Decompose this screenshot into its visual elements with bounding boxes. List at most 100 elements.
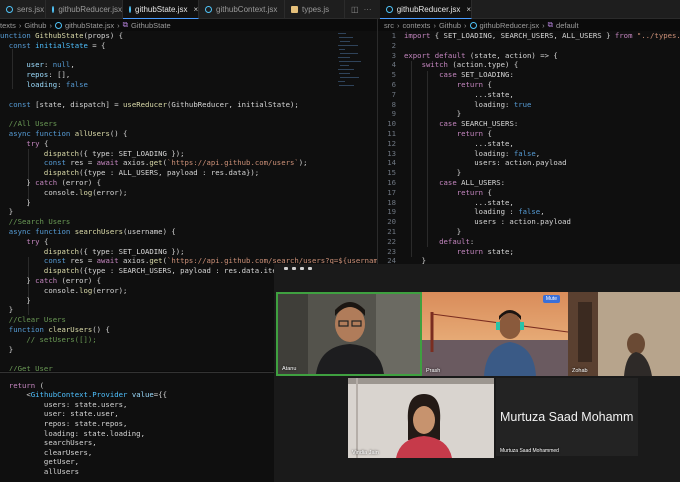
code-line[interactable]: loading: false xyxy=(0,80,88,90)
code-line[interactable]: case ALL_USERS: xyxy=(404,178,505,188)
code-line[interactable]: } xyxy=(0,305,13,315)
code-line[interactable]: function clearUsers() { xyxy=(0,325,110,335)
line-number: 16 xyxy=(387,178,396,187)
split-editor-icon[interactable]: ◫ xyxy=(351,5,359,14)
code-line[interactable]: } xyxy=(404,227,461,237)
tab-github-context[interactable]: githubContext.jsx xyxy=(199,0,285,19)
toolbar-dot-icon[interactable] xyxy=(292,267,296,270)
editor-github-state-lower[interactable]: return ( <GithubContext.Provider value={… xyxy=(0,373,274,482)
participant-tile-atanu[interactable]: Atanu xyxy=(276,292,422,376)
line-number: 18 xyxy=(387,197,396,207)
code-line[interactable]: users: action.payload xyxy=(404,158,566,168)
participant-tile-prash[interactable]: Mute Prash xyxy=(422,292,568,376)
minimap-line xyxy=(340,65,349,66)
code-line[interactable]: try { xyxy=(0,237,48,247)
tab-github-reducer-right[interactable]: githubReducer.jsx × xyxy=(380,0,472,19)
code-line[interactable]: dispatch({ type: SET_LOADING }); xyxy=(0,149,185,159)
code-line[interactable]: import { SET_LOADING, SEARCH_USERS, ALL_… xyxy=(404,31,680,41)
code-line[interactable]: const initialState = { xyxy=(0,41,106,51)
code-line[interactable]: switch (action.type) { xyxy=(404,60,519,70)
code-line[interactable]: //Get User xyxy=(0,364,53,371)
code-line[interactable]: users: state.users, xyxy=(0,400,127,410)
close-icon[interactable]: × xyxy=(466,5,471,14)
code-line[interactable]: loading: state.loading, xyxy=(0,429,145,439)
code-line[interactable]: const res = await axios.get(`https://api… xyxy=(0,158,308,168)
line-number: 20 xyxy=(387,217,396,227)
tab-users[interactable]: sers.jsx xyxy=(0,0,46,19)
more-actions-icon[interactable]: ··· xyxy=(364,5,372,14)
code-line[interactable]: return { xyxy=(404,129,492,139)
line-number: 21 xyxy=(387,227,396,236)
code-line[interactable]: } xyxy=(404,168,461,178)
editor-github-reducer[interactable]: import { SET_LOADING, SEARCH_USERS, ALL_… xyxy=(378,31,680,264)
code-line[interactable]: } catch (error) { xyxy=(0,178,101,188)
tab-github-reducer-left[interactable]: githubReducer.jsx xyxy=(46,0,123,19)
minimap-line xyxy=(339,49,345,50)
code-line[interactable]: //Search Users xyxy=(0,217,71,227)
code-line[interactable]: return ( xyxy=(0,381,44,391)
code-line[interactable]: case SEARCH_USERS: xyxy=(404,119,518,129)
code-line[interactable]: default: xyxy=(404,237,474,247)
minimap-line xyxy=(339,37,353,38)
tab-types[interactable]: types.js xyxy=(285,0,345,19)
react-file-icon xyxy=(386,5,393,13)
react-file-icon xyxy=(52,6,55,13)
code-line[interactable]: loading: true xyxy=(404,100,531,110)
participant-tile-vindia[interactable]: Vindia Jain xyxy=(348,378,494,458)
tab-github-state[interactable]: githubState.jsx × xyxy=(123,0,199,19)
toolbar-dot-icon[interactable] xyxy=(300,267,304,270)
code-line[interactable]: dispatch({type : SEARCH_USERS, payload :… xyxy=(0,266,299,276)
code-line[interactable]: } xyxy=(404,256,426,264)
minimap-line xyxy=(340,77,359,78)
code-line[interactable]: const [state, dispatch] = useReducer(Git… xyxy=(0,100,299,110)
code-line[interactable]: //All Users xyxy=(0,119,57,129)
code-line[interactable]: allUsers xyxy=(0,467,79,477)
code-line[interactable]: ...state, xyxy=(404,139,514,149)
code-line[interactable]: } xyxy=(0,207,13,217)
code-line[interactable]: return { xyxy=(404,80,492,90)
code-line[interactable]: loading: false, xyxy=(404,149,540,159)
code-line[interactable]: case SET_LOADING: xyxy=(404,70,514,80)
minimap[interactable] xyxy=(338,33,368,113)
line-number: 23 xyxy=(387,246,396,256)
component-icon: ⧉ xyxy=(122,20,129,29)
code-line[interactable]: console.log(error); xyxy=(0,188,128,198)
code-line[interactable]: ...state, xyxy=(404,198,514,208)
code-line[interactable]: //Clear Users xyxy=(0,315,66,325)
mute-badge[interactable]: Mute xyxy=(542,295,560,303)
code-line[interactable]: <GithubContext.Provider value={{ xyxy=(0,390,167,400)
code-line[interactable]: } catch (error) { xyxy=(0,276,101,286)
toolbar-dot-icon[interactable] xyxy=(284,267,288,270)
code-line[interactable]: return state; xyxy=(404,247,514,257)
code-line[interactable]: } xyxy=(0,296,30,306)
code-line[interactable]: // setUsers([]); xyxy=(0,335,96,345)
code-line[interactable]: getUser, xyxy=(0,457,79,467)
code-line[interactable]: searchUsers, xyxy=(0,438,97,448)
code-line[interactable]: clearUsers, xyxy=(0,448,92,458)
participant-tile-zohab[interactable]: Zohab xyxy=(568,292,680,376)
code-line[interactable]: loading : false, xyxy=(404,207,544,217)
code-line[interactable]: try { xyxy=(0,139,48,149)
code-line[interactable]: user: state.user, xyxy=(0,409,119,419)
code-line[interactable]: export default (state, action) => { xyxy=(404,51,558,61)
code-line[interactable]: user: null, xyxy=(0,60,74,70)
code-line[interactable]: } xyxy=(0,345,13,355)
code-line[interactable]: repos: [], xyxy=(0,70,70,80)
close-icon[interactable]: × xyxy=(193,5,198,14)
code-line[interactable]: unction GithubState(props) { xyxy=(0,31,123,41)
toolbar-dot-icon[interactable] xyxy=(308,267,312,270)
code-line[interactable]: ...state, xyxy=(404,90,514,100)
code-line[interactable]: console.log(error); xyxy=(0,286,128,296)
line-number: 7 xyxy=(391,89,396,99)
code-line[interactable]: dispatch({type : ALL_USERS, payload : re… xyxy=(0,168,259,178)
code-line[interactable]: } xyxy=(0,198,30,208)
code-line[interactable]: } xyxy=(404,109,461,119)
code-line[interactable]: repos: state.repos, xyxy=(0,419,127,429)
code-line[interactable]: users : action.payload xyxy=(404,217,571,227)
code-line[interactable]: dispatch({ type: SET_LOADING }); xyxy=(0,247,185,257)
participant-tile-murtuza[interactable]: Murtuza Saad Mohamm Murtuza Saad Mohamme… xyxy=(496,378,638,456)
code-line[interactable]: async function allUsers() { xyxy=(0,129,128,139)
line-number: 12 xyxy=(387,138,396,148)
code-line[interactable]: async function searchUsers(username) { xyxy=(0,227,176,237)
code-line[interactable]: return { xyxy=(404,188,492,198)
